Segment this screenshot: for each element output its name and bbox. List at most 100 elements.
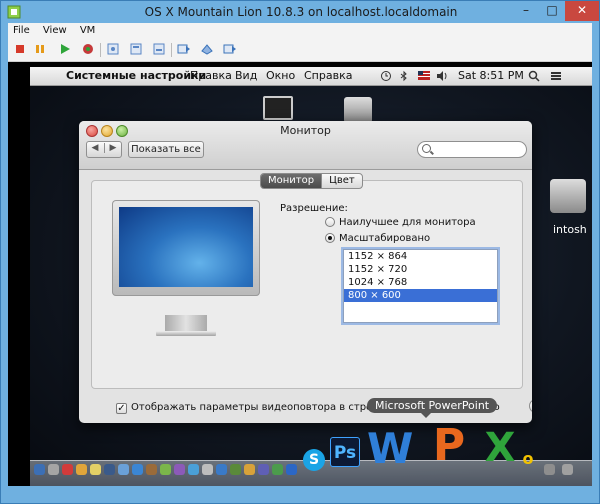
power-off-icon[interactable] <box>13 42 27 56</box>
forward-icon[interactable]: ▶ <box>104 143 121 153</box>
resolution-label: Разрешение: <box>280 203 348 214</box>
resolution-item[interactable]: 1152 × 720 <box>344 263 497 276</box>
monitor-illustration <box>112 200 260 296</box>
word-dock-icon[interactable]: W <box>367 427 413 471</box>
menu-vm[interactable]: VM <box>75 23 100 36</box>
vm-console[interactable]: Системные настройки Правка Вид Окно Спра… <box>8 62 592 486</box>
menu-view[interactable]: View <box>38 23 72 36</box>
preview-dock-icon[interactable] <box>146 464 157 475</box>
excel-dock-icon[interactable]: X <box>482 427 518 469</box>
app-menu[interactable]: Системные настройки <box>66 69 206 82</box>
tab-bar: Монитор Цвет <box>260 173 363 189</box>
snapshot-icon[interactable] <box>106 42 120 56</box>
photoshop-dock-icon[interactable]: Ps <box>330 437 360 467</box>
unity-icon[interactable] <box>200 42 214 56</box>
mission-control-dock-icon[interactable] <box>104 464 115 475</box>
monitor-base <box>156 331 216 336</box>
suspend-icon[interactable] <box>33 42 47 56</box>
menu-edit[interactable]: Правка <box>190 69 232 82</box>
console-icon[interactable] <box>223 42 237 56</box>
menu-view-osx[interactable]: Вид <box>235 69 257 82</box>
skype-dock-icon[interactable]: S <box>303 449 325 471</box>
toolbar-separator <box>171 43 172 57</box>
contacts-dock-icon[interactable] <box>76 464 87 475</box>
osx-desktop: Системные настройки Правка Вид Окно Спра… <box>30 67 592 486</box>
itunes-dock-icon[interactable] <box>174 464 185 475</box>
snapshot-manager-icon[interactable] <box>129 42 143 56</box>
app-store-dock-icon[interactable] <box>188 464 199 475</box>
terminal-desktop-icon[interactable] <box>263 96 293 120</box>
play-icon[interactable] <box>58 42 72 56</box>
search-icon <box>422 144 431 153</box>
host-menubar: File View VM <box>8 23 592 39</box>
snapshot-list-icon[interactable] <box>152 42 166 56</box>
window-title: Монитор <box>280 124 331 137</box>
monitor-screen <box>119 207 253 287</box>
monitor-stand <box>165 315 207 332</box>
search-input[interactable] <box>434 143 524 157</box>
system-preferences-dock-icon[interactable] <box>202 464 213 475</box>
evernote-dock-icon[interactable] <box>272 464 283 475</box>
display-preferences-window: Монитор ◀ ▶ Показать все Монитор Цвет Ра… <box>79 121 532 423</box>
notes-dock-icon[interactable] <box>90 464 101 475</box>
radio-button-on[interactable] <box>325 233 335 243</box>
pages-dock-icon[interactable] <box>244 464 255 475</box>
volume-icon[interactable] <box>436 70 448 82</box>
menu-file[interactable]: File <box>8 23 35 36</box>
powerpoint-dock-icon[interactable]: P <box>429 423 469 469</box>
keynote-dock-icon[interactable] <box>258 464 269 475</box>
resolution-item-selected[interactable]: 800 × 600 <box>344 289 497 302</box>
show-all-button[interactable]: Показать все <box>128 141 204 158</box>
tab-content: Разрешение: Наилучшее для монитора Масшт… <box>91 180 523 389</box>
calendar-dock-icon[interactable] <box>62 464 73 475</box>
resolution-item[interactable]: 1024 × 768 <box>344 276 497 289</box>
language-flag-icon[interactable] <box>418 71 430 80</box>
mail-dock-icon[interactable] <box>118 464 129 475</box>
menu-window[interactable]: Окно <box>266 69 295 82</box>
toolbar-separator <box>100 43 101 57</box>
host-titlebar: OS X Mountain Lion 10.8.3 on localhost.l… <box>1 1 600 23</box>
host-title: OS X Mountain Lion 10.8.3 on localhost.l… <box>144 5 458 19</box>
facetime-dock-icon[interactable] <box>160 464 171 475</box>
host-statusbar <box>8 486 592 499</box>
prefs-titlebar: Монитор ◀ ▶ Показать все <box>79 121 532 170</box>
resolution-item[interactable]: 1152 × 864 <box>344 250 497 263</box>
close-button[interactable]: ✕ <box>565 1 599 21</box>
help-button[interactable]: ? <box>529 399 532 413</box>
minimize-button[interactable]: – <box>513 1 539 21</box>
resolution-list[interactable]: 1152 × 864 1152 × 720 1024 × 768 800 × 6… <box>343 249 498 323</box>
nav-buttons: ◀ ▶ <box>86 141 122 158</box>
spotlight-icon[interactable] <box>528 70 540 82</box>
launchpad-dock-icon[interactable] <box>48 464 59 475</box>
maximize-button[interactable]: □ <box>539 1 565 21</box>
mirror-checkbox[interactable]: ✓ <box>116 403 127 414</box>
drive-label[interactable]: intosh <box>553 223 587 236</box>
downloads-stack-icon[interactable] <box>544 464 555 475</box>
radio-button-off[interactable] <box>325 217 335 227</box>
back-icon[interactable]: ◀ <box>87 143 103 153</box>
numbers-dock-icon[interactable] <box>230 464 241 475</box>
vmware-window: OS X Mountain Lion 10.8.3 on localhost.l… <box>0 0 600 504</box>
tab-display[interactable]: Монитор <box>261 174 322 188</box>
osx-menubar: Системные настройки Правка Вид Окно Спра… <box>30 67 592 86</box>
search-field[interactable] <box>417 141 527 158</box>
trash-icon[interactable] <box>562 464 573 475</box>
bluetooth-icon[interactable] <box>398 70 410 82</box>
safari-dock-icon[interactable] <box>132 464 143 475</box>
notification-center-icon[interactable] <box>550 70 562 82</box>
clock[interactable]: Sat 8:51 PM <box>458 69 524 82</box>
host-toolbar <box>8 39 592 62</box>
finder-dock-icon[interactable] <box>34 464 45 475</box>
tab-color[interactable]: Цвет <box>321 174 362 188</box>
time-machine-icon[interactable] <box>380 70 392 82</box>
radio-best-label: Наилучшее для монитора <box>339 217 476 228</box>
browser-dock-icon[interactable] <box>286 464 297 475</box>
outlook-dock-icon[interactable]: o <box>520 451 536 467</box>
hard-drive-icon[interactable] <box>550 179 586 213</box>
revert-icon[interactable] <box>81 42 95 56</box>
dock-tooltip: Microsoft PowerPoint <box>367 398 498 418</box>
menu-help[interactable]: Справка <box>304 69 352 82</box>
disk-desktop-icon[interactable] <box>344 97 372 123</box>
fullscreen-icon[interactable] <box>177 42 191 56</box>
messages-dock-icon[interactable] <box>216 464 227 475</box>
